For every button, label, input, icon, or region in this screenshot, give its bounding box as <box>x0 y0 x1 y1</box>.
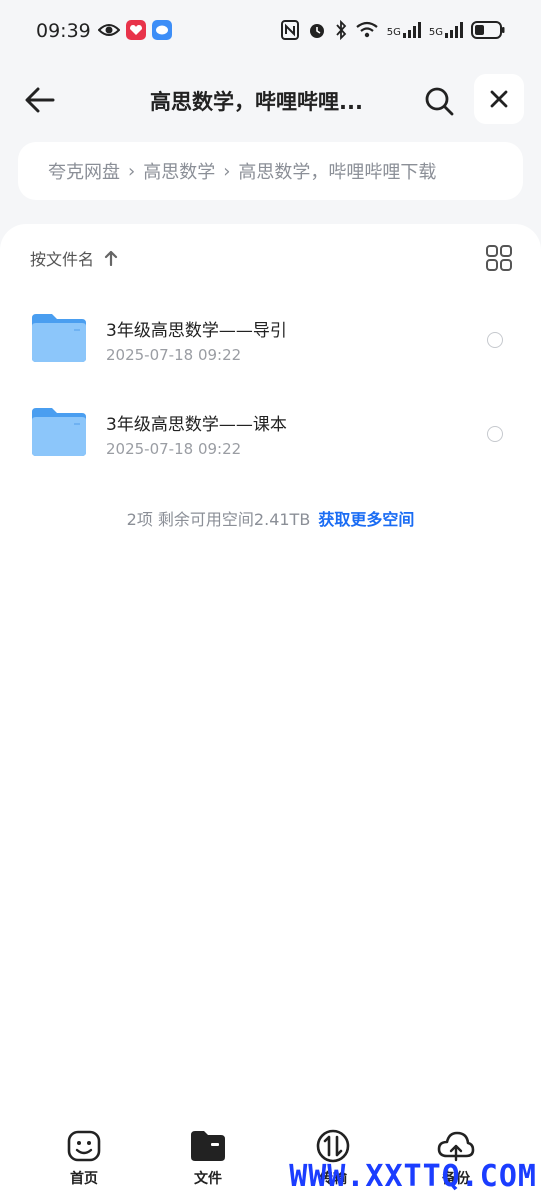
header-bar: 高思数学，哔哩哔哩... <box>0 64 541 134</box>
watermark: WWW.XXTTQ.COM <box>289 1159 537 1194</box>
tab-label: 文件 <box>194 1171 222 1187</box>
file-date: 2025-07-18 09:22 <box>106 346 242 364</box>
nfc-icon <box>280 20 299 40</box>
signal-2: 5G <box>429 22 463 38</box>
close-icon <box>490 90 508 108</box>
file-panel: 按文件名 3年级高思数学——导引 2025-07-18 09:22 3年级高思数… <box>0 224 541 1200</box>
wifi-icon <box>356 21 378 38</box>
sort-button[interactable]: 按文件名 <box>30 246 118 270</box>
breadcrumb-item-current: 高思数学，哔哩哔哩下载 <box>238 162 437 183</box>
tab-home[interactable]: 首页 <box>44 1126 124 1188</box>
status-bar: 09:39 5G 5G <box>0 0 541 64</box>
eye-icon <box>98 24 120 36</box>
alarm-icon <box>309 24 324 38</box>
breadcrumb: 夸克网盘 › 高思数学 › 高思数学，哔哩哔哩下载 <box>18 142 523 200</box>
get-more-space-link[interactable]: 获取更多空间 <box>318 510 414 529</box>
smile-icon <box>67 1130 101 1162</box>
sort-label: 按文件名 <box>30 250 95 269</box>
storage-text: 2项 剩余可用空间2.41TB <box>126 510 311 529</box>
list-item[interactable]: 3年级高思数学——课本 2025-07-18 09:22 <box>0 388 541 482</box>
transfer-icon <box>316 1129 350 1163</box>
search-icon <box>425 87 454 116</box>
breadcrumb-item-parent[interactable]: 高思数学 <box>143 158 215 184</box>
chevron-right-icon: › <box>128 160 136 182</box>
select-radio[interactable] <box>487 332 503 348</box>
close-button[interactable] <box>474 74 524 124</box>
folder-icon <box>32 408 86 456</box>
select-radio[interactable] <box>487 426 503 442</box>
tab-files[interactable]: 文件 <box>168 1126 248 1188</box>
file-date: 2025-07-18 09:22 <box>106 440 242 458</box>
tab-label: 首页 <box>70 1171 98 1187</box>
storage-info: 2项 剩余可用空间2.41TB 获取更多空间 <box>0 506 541 530</box>
folder-tab-icon <box>191 1131 225 1161</box>
list-item[interactable]: 3年级高思数学——导引 2025-07-18 09:22 <box>0 294 541 388</box>
cloud-icon <box>437 1131 475 1162</box>
folder-icon <box>32 314 86 362</box>
signal-icon <box>402 22 421 38</box>
signal-icon <box>445 22 463 38</box>
arrow-left-icon <box>25 87 55 113</box>
arrow-up-icon <box>104 250 118 266</box>
signal-1: 5G <box>387 22 421 38</box>
chevron-right-icon: › <box>223 160 231 182</box>
battery-icon <box>471 21 505 39</box>
breadcrumb-item-root[interactable]: 夸克网盘 <box>48 158 120 184</box>
message-app-icon <box>152 20 172 40</box>
file-name: 3年级高思数学——课本 <box>106 415 287 435</box>
bluetooth-icon <box>336 20 346 40</box>
app-red-icon <box>126 20 146 40</box>
search-button[interactable] <box>418 80 460 122</box>
file-list: 3年级高思数学——导引 2025-07-18 09:22 3年级高思数学——课本… <box>0 294 541 482</box>
back-button[interactable] <box>20 82 60 118</box>
page-title: 高思数学，哔哩哔哩... <box>150 90 363 114</box>
grid-view-icon[interactable] <box>485 244 513 272</box>
file-name: 3年级高思数学——导引 <box>106 321 287 341</box>
status-time: 09:39 <box>36 20 91 42</box>
